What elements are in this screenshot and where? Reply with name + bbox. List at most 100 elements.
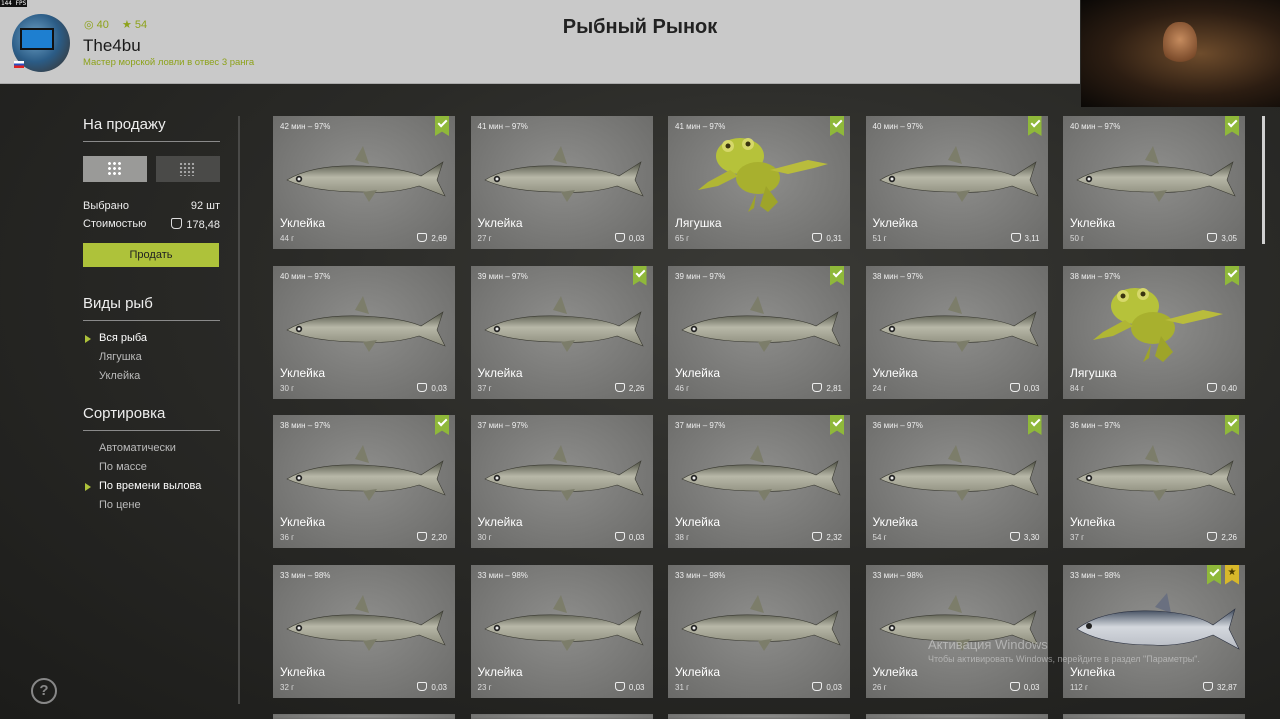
fish-card[interactable]: 33 мин – 98% Уклейка 32 г 0,03 (273, 564, 455, 698)
fish-card[interactable]: 42 мин – 97% Уклейка 44 г 2,69 (273, 116, 455, 249)
sidebar-divider (238, 116, 240, 704)
fish-price: 0,03 (614, 532, 645, 542)
catch-time: 33 мин – 98% (675, 570, 726, 580)
species-item[interactable]: Вся рыба (84, 332, 147, 351)
sort-option-item[interactable]: По цене (99, 499, 201, 518)
species-item[interactable]: Уклейка (99, 370, 147, 389)
sort-option-item[interactable]: По времени вылова (84, 480, 201, 499)
fish-card[interactable]: 39 мин – 97% Уклейка 46 г 2,81 (668, 265, 850, 399)
coin-icon (417, 382, 428, 392)
top-bar: 144 FPS ◎ 40 ★ 54 The4bu Мастер морской … (0, 0, 1080, 84)
coin-icon (614, 681, 625, 691)
fps-counter: 144 FPS (0, 0, 28, 7)
sell-button[interactable]: Продать (83, 243, 219, 267)
catch-time: 41 мин – 97% (477, 122, 528, 131)
fish-card[interactable]: 33 мин – 98% Уклейка 23 г 0,03 (470, 564, 653, 698)
fish-weight: 84 г (1070, 383, 1085, 393)
catch-time: 33 мин – 98% (477, 570, 528, 580)
fish-card[interactable]: 36 мин – 97% Уклейка 37 г 2,26 (1063, 415, 1245, 548)
fish-name: Лягушка (675, 216, 722, 230)
fish-weight: 23 г (477, 682, 492, 692)
cost-value: 178,48 (186, 219, 220, 231)
fish-price: 0,40 (1207, 382, 1237, 393)
fish-card[interactable]: 41 мин – 97% Уклейка 27 г 0,03 (470, 116, 653, 249)
fish-card[interactable] (865, 714, 1048, 719)
divider (83, 320, 220, 321)
fish-card[interactable]: 40 мин – 97% Уклейка 30 г 0,03 (273, 265, 455, 399)
coin-icon (417, 681, 428, 691)
coin-icon (1009, 532, 1020, 541)
fish-name: Уклейка (477, 664, 523, 679)
fish-card[interactable] (668, 714, 850, 719)
player-rank: Мастер морской ловли в отвес 3 ранга (83, 57, 255, 68)
watermark-text: Чтобы активировать Windows, перейдите в … (928, 654, 1200, 664)
view-small-grid-button[interactable] (156, 156, 220, 182)
selected-label: Выбрано (83, 200, 129, 212)
fish-card[interactable]: 40 мин – 97% Уклейка 51 г 3,11 (865, 116, 1048, 249)
fish-card[interactable]: 38 мин – 97% Уклейка 24 г 0,03 (865, 265, 1048, 399)
catch-time: 39 мин – 97% (675, 271, 726, 281)
fish-weight: 112 г (1070, 682, 1088, 692)
fish-price: 0,31 (812, 233, 842, 243)
coin-icon (417, 532, 428, 541)
fish-name: Уклейка (1070, 664, 1116, 679)
fish-name: Лягушка (1070, 365, 1117, 380)
catch-time: 42 мин – 97% (280, 122, 331, 131)
fish-name: Уклейка (675, 515, 721, 529)
sale-heading: На продажу (83, 116, 166, 133)
help-button[interactable]: ? (31, 678, 57, 704)
fish-price: 32,87 (1202, 681, 1237, 692)
fish-name: Уклейка (280, 664, 326, 679)
sort-option-item[interactable]: Автоматически (99, 442, 201, 461)
fish-card[interactable] (470, 714, 653, 719)
sort-option-item[interactable]: По массе (99, 461, 201, 480)
catch-time: 33 мин – 98% (872, 570, 923, 580)
selected-count-row: Выбрано 92 шт (83, 200, 220, 212)
fish-price: 2,26 (614, 382, 645, 393)
fish-name: Уклейка (280, 515, 326, 529)
fish-price: 2,81 (812, 382, 842, 393)
coin-icon (171, 218, 183, 229)
view-large-grid-button[interactable] (83, 156, 147, 182)
catch-time: 40 мин – 97% (1070, 122, 1121, 131)
fish-name: Уклейка (280, 216, 326, 230)
fish-price: 0,03 (1009, 681, 1040, 692)
fish-card[interactable]: 33 мин – 98% Уклейка 26 г 0,03 (865, 564, 1048, 698)
fish-card[interactable]: 40 мин – 97% Уклейка 50 г 3,05 (1063, 116, 1245, 249)
fish-weight: 24 г (872, 383, 887, 393)
fish-card[interactable]: 38 мин – 97% Уклейка 36 г 2,20 (273, 415, 455, 548)
fish-name: Уклейка (477, 515, 523, 529)
fish-card[interactable]: 39 мин – 97% Уклейка 37 г 2,26 (470, 265, 653, 399)
fish-name: Уклейка (1070, 515, 1116, 529)
fish-name: Уклейка (675, 365, 721, 380)
fish-card[interactable]: 38 мин – 97% Лягушка 84 г 0,40 (1063, 265, 1245, 399)
catch-time: 38 мин – 97% (280, 421, 331, 430)
sorting-heading: Сортировка (83, 405, 166, 422)
watermark-title: Активация Windows (928, 637, 1048, 652)
fish-name: Уклейка (872, 664, 918, 679)
fish-card[interactable]: 37 мин – 97% Уклейка 38 г 2,32 (668, 415, 850, 548)
scrollbar[interactable] (1262, 116, 1265, 244)
cost-value-wrap: 178,48 (171, 218, 220, 231)
cost-label: Стоимостью (83, 218, 147, 230)
fish-card[interactable]: 41 мин – 97% Лягушка 65 г 0,31 (668, 116, 850, 249)
fish-card[interactable]: 37 мин – 97% Уклейка 30 г 0,03 (470, 415, 653, 548)
coin-icon (1009, 382, 1020, 392)
divider (83, 141, 220, 142)
species-list: Вся рыба Лягушка Уклейка (84, 332, 147, 389)
fish-weight: 31 г (675, 682, 690, 692)
fish-weight: 27 г (477, 234, 492, 243)
species-heading: Виды рыб (83, 295, 153, 312)
fish-weight: 37 г (477, 383, 492, 393)
coin-icon (614, 382, 625, 392)
catch-time: 33 мин – 98% (280, 570, 331, 580)
fish-card[interactable] (273, 714, 455, 719)
fish-card[interactable]: 33 мин – 98% Уклейка 31 г 0,03 (668, 564, 850, 698)
catch-time: 36 мин – 97% (872, 421, 923, 430)
fish-card[interactable]: 33 мин – 98% Уклейка 112 г 32,87 ★ (1063, 564, 1245, 698)
fish-card[interactable] (1063, 714, 1245, 719)
fish-card[interactable]: 36 мин – 97% Уклейка 54 г 3,30 (865, 415, 1048, 548)
species-item[interactable]: Лягушка (99, 351, 147, 370)
windows-activation-watermark: Активация Windows Чтобы активировать Win… (928, 637, 1200, 664)
coin-icon (812, 681, 823, 691)
